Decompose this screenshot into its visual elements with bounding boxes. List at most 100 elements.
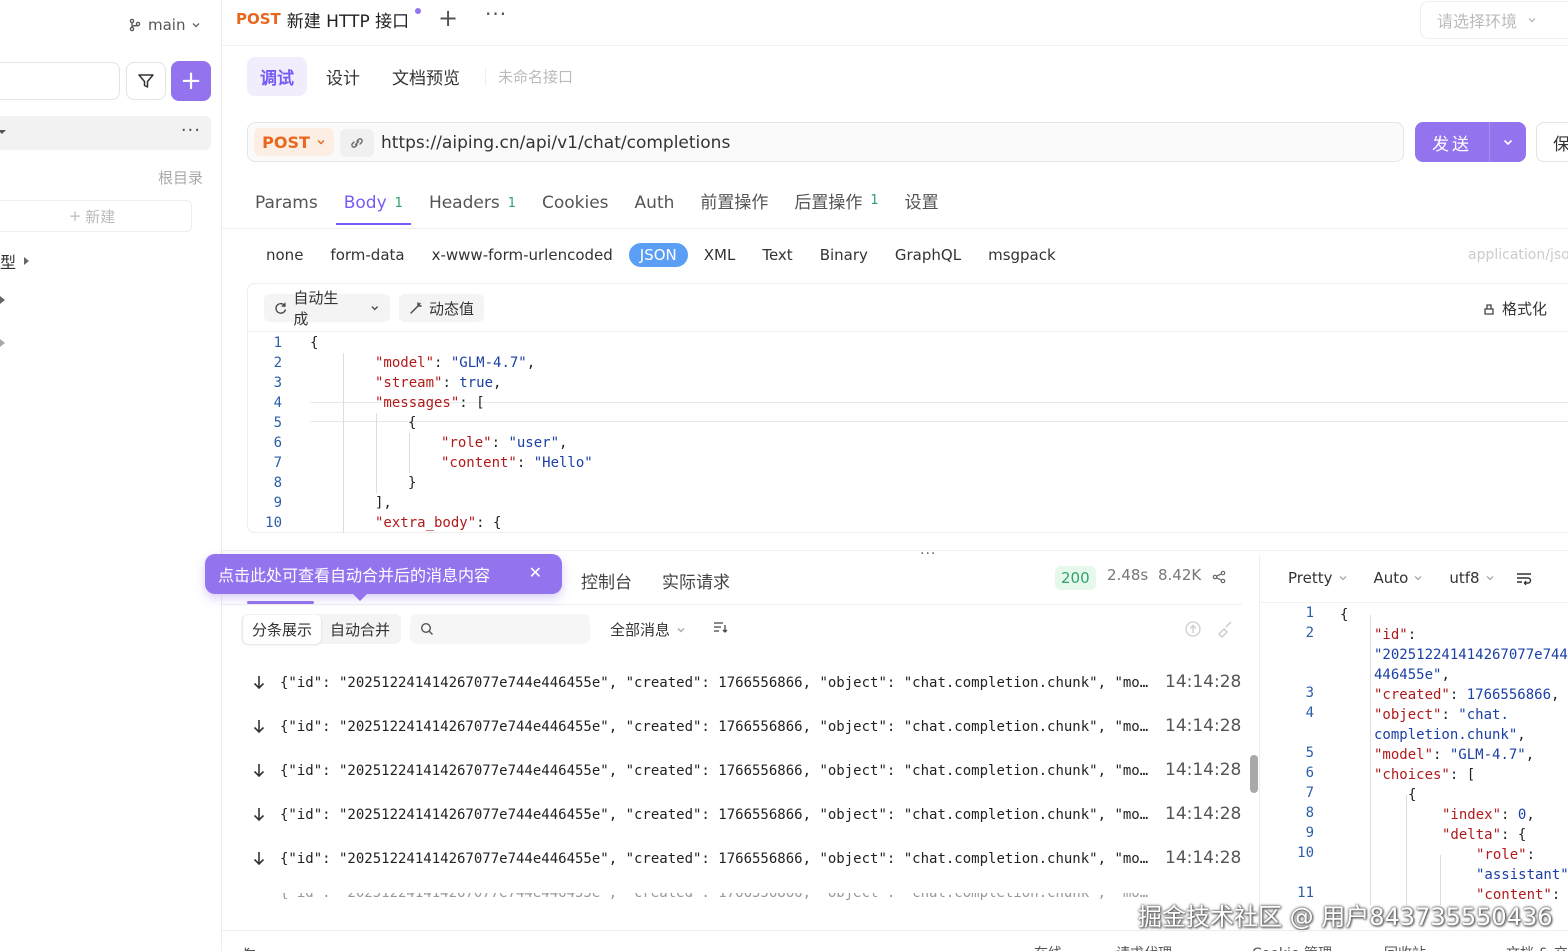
tab-headers[interactable]: Headers 1 (429, 193, 516, 225)
response-time: 2.48s (1107, 566, 1149, 584)
url-input[interactable]: https://aiping.cn/api/v1/chat/completion… (381, 133, 730, 153)
code-line: 6 "role": "user", (248, 433, 1568, 453)
branch-selector[interactable]: main (128, 16, 201, 34)
json-token: completion.chunk" (1374, 727, 1518, 743)
json-token: : (1441, 707, 1459, 723)
sidebar-item[interactable] (0, 296, 5, 304)
tab-pre-ops[interactable]: 前置操作 (700, 188, 768, 225)
tab-params[interactable]: Params (255, 193, 318, 225)
merge-tooltip[interactable]: 点击此处可查看自动合并后的消息内容 ✕ (205, 554, 562, 601)
line-number: 8 (1305, 805, 1314, 821)
tab-actual-request[interactable]: 实际请求 (662, 568, 730, 593)
json-line: "index": 0, (1442, 805, 1535, 825)
line-number: 1 (273, 335, 282, 351)
auto-generate-button[interactable]: 自动生成 (264, 289, 390, 328)
link-icon[interactable] (340, 129, 374, 157)
tab-doc-preview[interactable]: 文档预览 (379, 57, 473, 96)
list-item[interactable]: {"id": "202512241414267077e744e446455e",… (252, 716, 1242, 740)
code-area[interactable]: 1{2 "model": "GLM-4.7", 3 "stream": true, 4 "… (248, 333, 1568, 533)
json-editor[interactable]: 自动生成 动态值 格式化 1{2 "model": "GLM-4.7", 3 "str… (247, 283, 1568, 533)
code-token: "messages" (375, 395, 460, 411)
more-tabs-button[interactable]: ··· (485, 2, 507, 26)
list-item[interactable]: {"id": "202512241414267077e744e446455e",… (252, 848, 1242, 872)
body-type-none[interactable]: none (255, 243, 314, 267)
method-select[interactable]: POST (254, 128, 334, 156)
list-item[interactable]: {"id": "202512241414267077e744e446455e",… (252, 804, 1242, 828)
json-token: : (1449, 687, 1467, 703)
resize-handle[interactable]: ··· (920, 546, 936, 562)
proxy-settings[interactable]: 请求代理 (1116, 943, 1172, 951)
view-mode-select[interactable]: Pretty (1288, 569, 1348, 587)
message-search-input[interactable] (410, 614, 590, 644)
cookie-manager[interactable]: Cookie 管理 (1252, 943, 1332, 951)
status-bar: ⇤ 在线 请求代理 Cookie 管理 回收站 文档 & 交 (222, 930, 1568, 951)
auto-select[interactable]: Auto (1374, 569, 1424, 587)
save-button[interactable]: 保 (1536, 122, 1568, 162)
body-type-msgpack[interactable]: msgpack (977, 243, 1067, 267)
divider (222, 550, 1568, 551)
code-token: : [ (459, 395, 485, 411)
tab-console[interactable]: 控制台 (581, 568, 632, 593)
sidebar-item[interactable] (0, 339, 5, 347)
split-view-button[interactable]: 分条展示 (243, 614, 322, 644)
json-line: { (1408, 785, 1416, 805)
body-type-xml[interactable]: XML (693, 243, 747, 267)
tab-post-ops[interactable]: 后置操作 1 (794, 188, 878, 225)
new-tab-button[interactable]: + (438, 4, 458, 32)
line-number: 3 (273, 375, 282, 391)
add-button[interactable]: + (171, 61, 211, 101)
more-icon[interactable]: ··· (181, 120, 201, 141)
body-type-text[interactable]: Text (751, 243, 803, 267)
message-text-partial: {"id": "202512241414267077e744e446455e",… (280, 893, 1150, 901)
sidebar-new-button[interactable]: + 新建 (0, 200, 192, 232)
sidebar-selected-item[interactable]: ··· (0, 116, 211, 150)
online-status[interactable]: 在线 (1034, 943, 1062, 951)
list-item[interactable]: {"id": "202512241414267077e744e446455e",… (252, 672, 1242, 696)
code-token: : { (476, 515, 502, 531)
tab-method: POST (236, 10, 281, 28)
sidebar-search-input[interactable] (0, 62, 120, 100)
sort-icon[interactable] (712, 620, 728, 638)
scroll-top-icon[interactable] (1184, 620, 1202, 638)
list-item[interactable]: {"id": "202512241414267077e744e446455e",… (252, 760, 1242, 784)
dynamic-value-button[interactable]: 动态值 (399, 294, 485, 322)
message-filter-select[interactable]: 全部消息 (610, 619, 686, 640)
tab-settings[interactable]: 设置 (905, 188, 939, 225)
clear-icon[interactable] (1216, 620, 1234, 638)
recycle-bin[interactable]: 回收站 (1384, 943, 1426, 951)
line-number: 7 (1305, 785, 1314, 801)
send-options-button[interactable] (1489, 122, 1526, 162)
api-name-input[interactable]: 未命名接口 (498, 66, 573, 87)
close-icon[interactable]: ✕ (529, 563, 542, 582)
scrollbar[interactable] (1250, 755, 1258, 793)
body-type-urlencoded[interactable]: x-www-form-urlencoded (421, 243, 624, 267)
chevron-down-icon (1339, 576, 1346, 581)
body-type-graphql[interactable]: GraphQL (884, 243, 972, 267)
tab-design[interactable]: 设计 (313, 57, 373, 96)
docs-link[interactable]: 文档 & 交 (1506, 943, 1568, 951)
environment-select[interactable]: 请选择环境 (1420, 1, 1568, 39)
body-type-json[interactable]: JSON (628, 243, 688, 267)
encoding-select[interactable]: utf8 (1449, 569, 1494, 587)
wrap-lines-icon[interactable] (1516, 571, 1532, 585)
indent-guide (1370, 615, 1371, 905)
tab-body[interactable]: Body 1 (335, 193, 412, 225)
sidebar-item[interactable]: 型 (0, 249, 30, 273)
code-text: } (408, 473, 416, 493)
tab-debug[interactable]: 调试 (247, 57, 307, 96)
json-token: , (1441, 667, 1450, 683)
collapse-icon[interactable]: ⇤ (244, 943, 256, 951)
code-text: "role": "user", (441, 433, 567, 453)
auto-merge-button[interactable]: 自动合并 (321, 615, 399, 644)
json-token: "model" (1374, 747, 1434, 763)
body-type-binary[interactable]: Binary (809, 243, 879, 267)
share-icon[interactable] (1212, 570, 1226, 588)
format-button[interactable]: 格式化 (1482, 298, 1547, 319)
tab-cookies[interactable]: Cookies (542, 193, 609, 225)
send-button[interactable]: 发送 (1415, 122, 1526, 162)
tab-new-http[interactable]: POST 新建 HTTP 接口 (236, 6, 422, 32)
tab-auth[interactable]: Auth (635, 193, 675, 225)
filter-button[interactable] (126, 62, 166, 100)
body-type-form-data[interactable]: form-data (319, 243, 415, 267)
arrow-down-icon (253, 764, 265, 778)
